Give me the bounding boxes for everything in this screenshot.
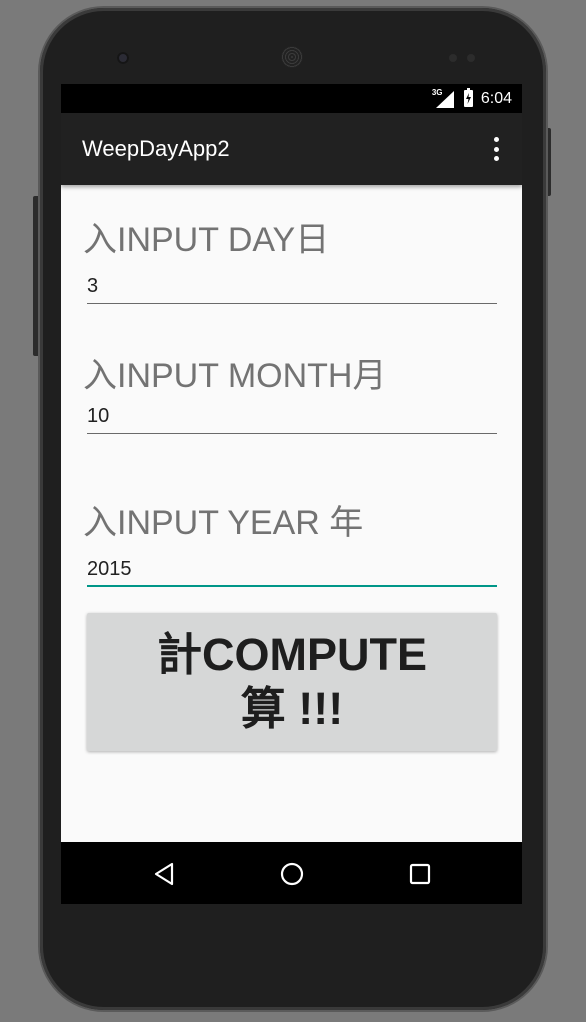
recents-icon[interactable] — [406, 860, 434, 888]
year-label: 入INPUT YEAR 年 — [83, 504, 364, 542]
day-input[interactable] — [87, 274, 497, 304]
earpiece-speaker — [281, 46, 303, 68]
year-input[interactable] — [87, 557, 497, 587]
clock-time: 6:04 — [480, 89, 512, 107]
home-icon[interactable] — [278, 860, 306, 888]
battery-charging-icon — [463, 88, 473, 107]
proximity-sensor — [449, 54, 457, 62]
navigation-bar — [61, 842, 522, 904]
device-screen: 3G 6:04 WeepDayApp2 入INPUT DAY日 入INPUT M… — [61, 84, 522, 904]
month-label: 入INPUT MONTH月 — [83, 357, 387, 395]
status-bar: 3G 6:04 — [61, 84, 522, 113]
light-sensor — [467, 54, 475, 62]
network-type: 3G — [431, 87, 443, 97]
back-icon[interactable] — [151, 860, 179, 888]
signal-icon: 3G — [431, 87, 456, 109]
volume-button — [33, 196, 40, 356]
day-label: 入INPUT DAY日 — [83, 221, 330, 259]
compute-button[interactable]: 計COMPUTE 算 !!! — [87, 613, 497, 751]
overflow-dot — [493, 137, 499, 142]
more-vert-icon[interactable] — [486, 135, 506, 163]
app-bar: WeepDayApp2 — [61, 113, 522, 185]
overflow-dot — [493, 146, 499, 152]
app-title: WeepDayApp2 — [82, 136, 230, 161]
overflow-dot — [493, 156, 499, 161]
month-input[interactable] — [87, 404, 497, 434]
front-camera — [117, 52, 129, 64]
